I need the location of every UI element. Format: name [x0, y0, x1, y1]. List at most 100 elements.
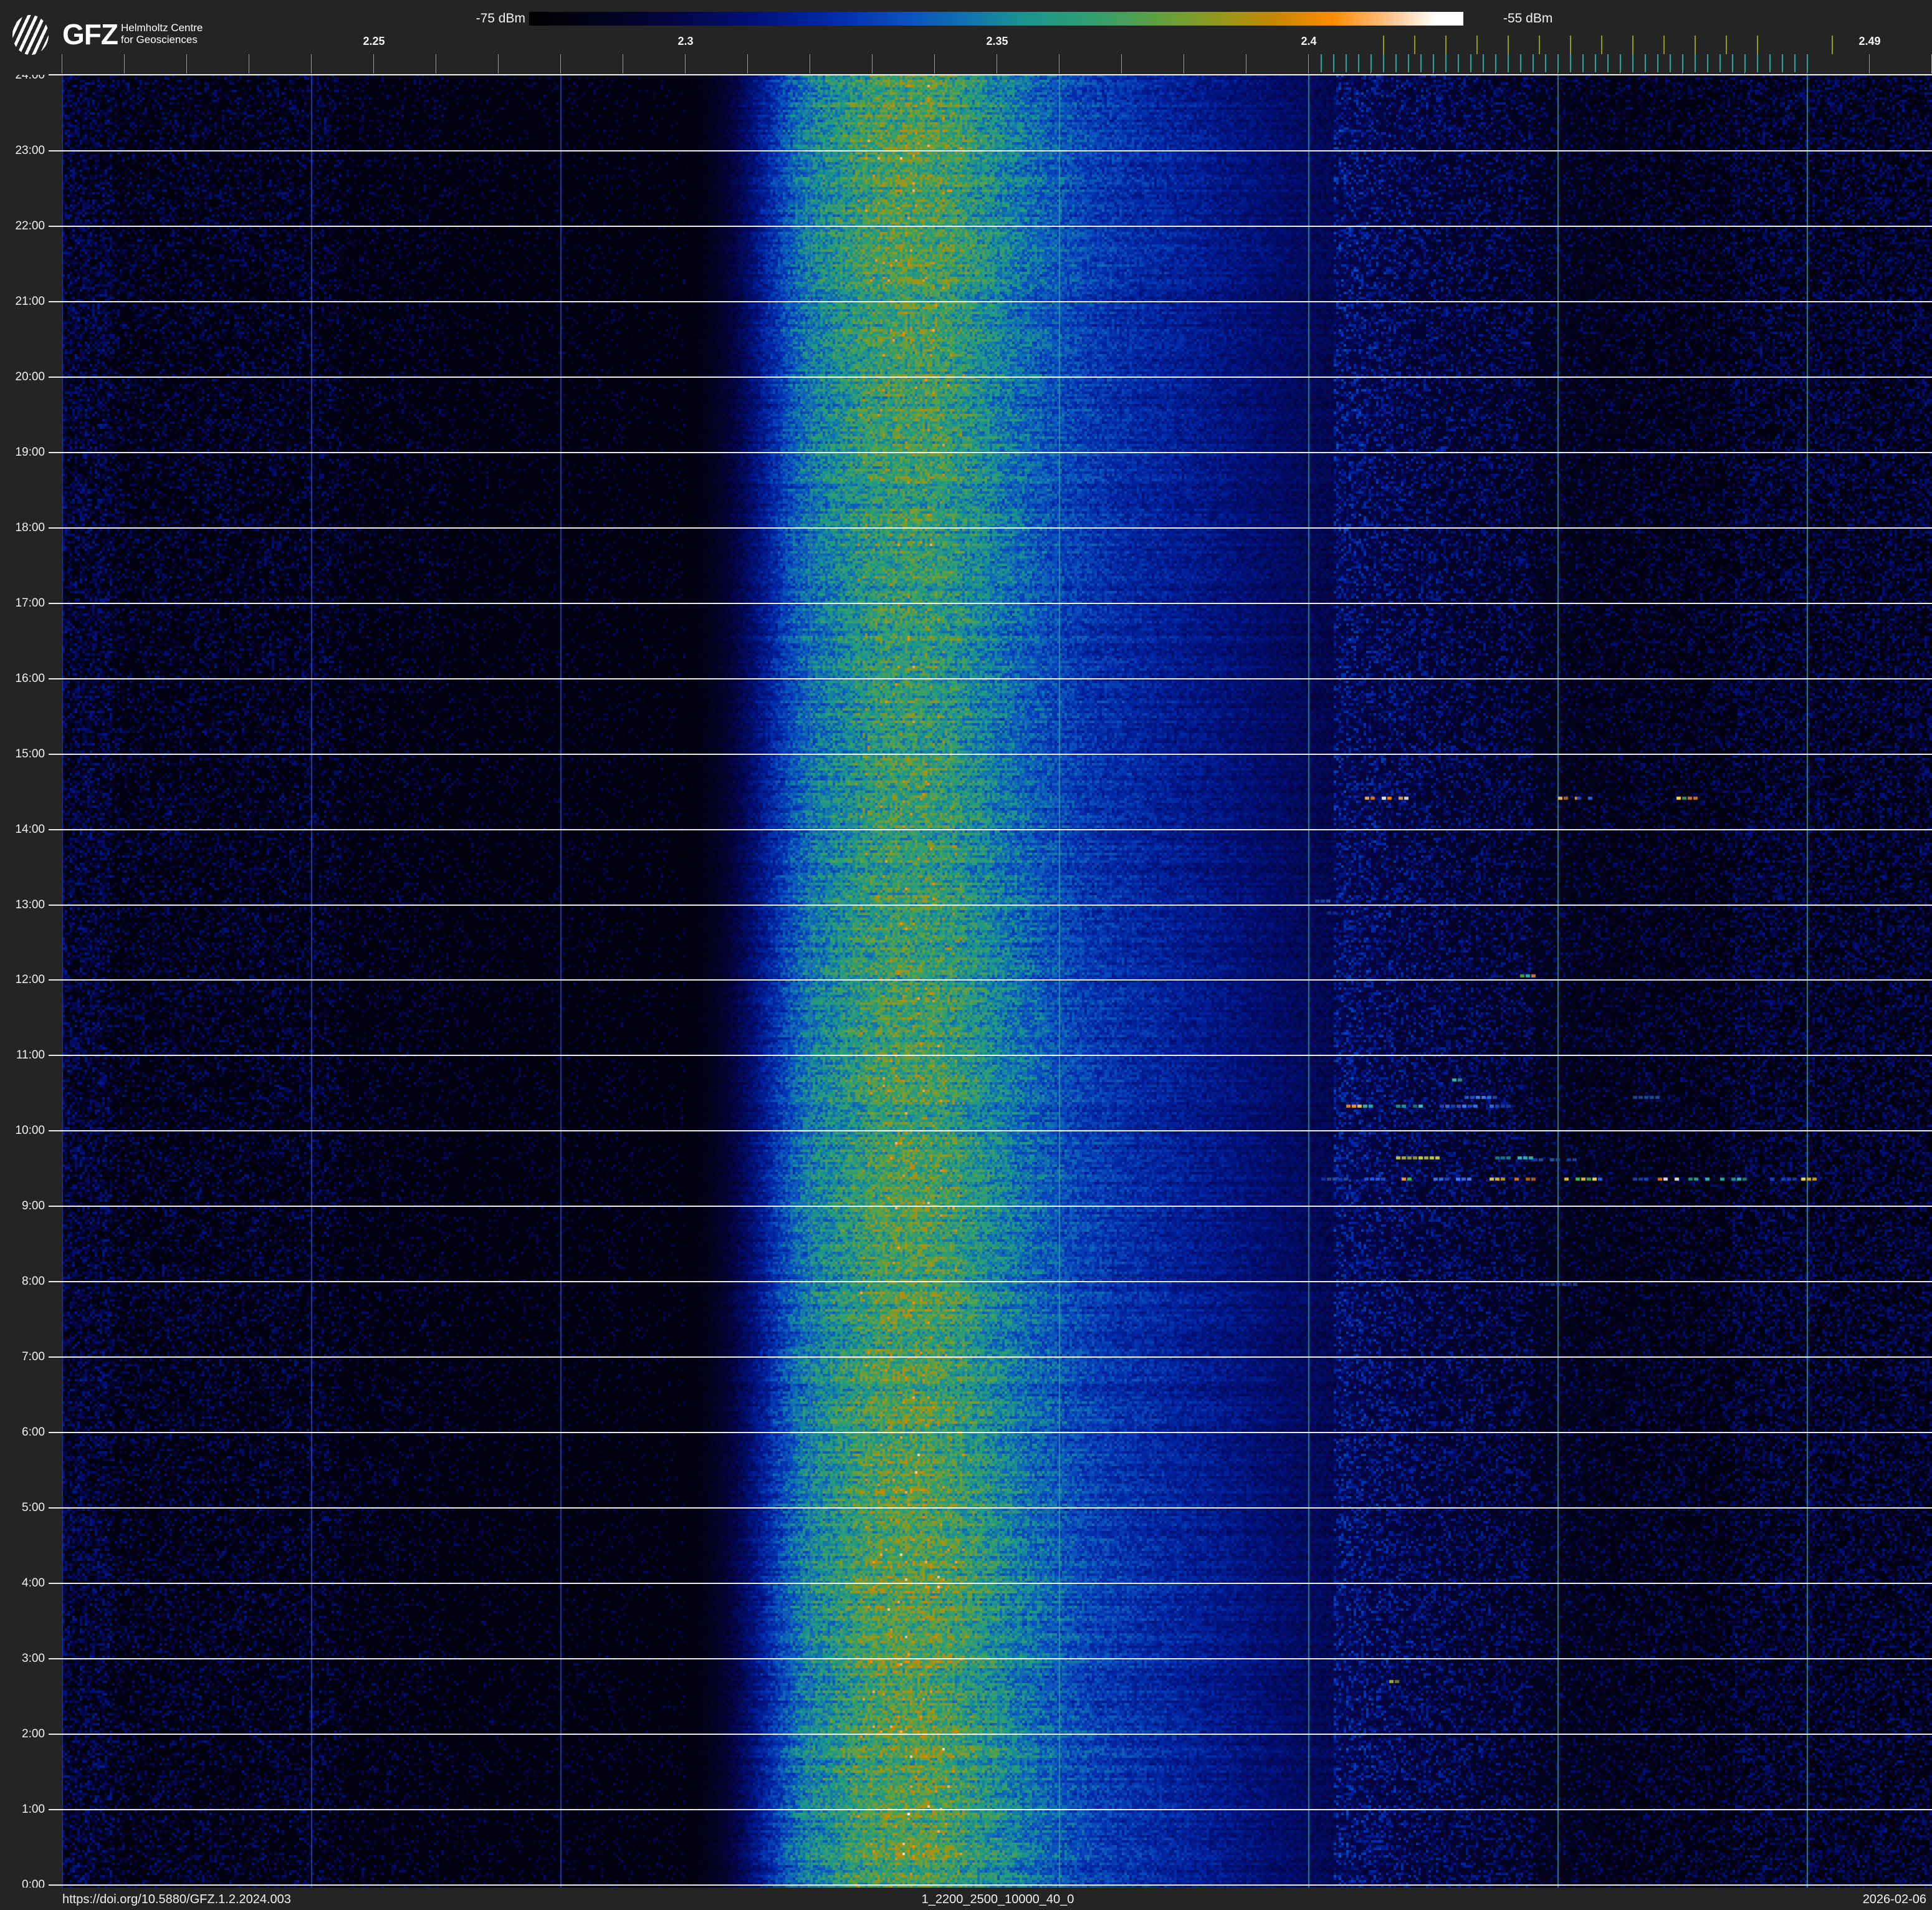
ble-channel-tick	[1395, 54, 1397, 72]
ble-channel-tick	[1807, 54, 1808, 72]
time-tick-label: 10:00	[15, 1124, 45, 1137]
gfz-globe-icon	[12, 15, 49, 55]
gfz-subtitle-line2: for Geosciences	[121, 34, 198, 46]
ble-channel-tick	[1607, 54, 1609, 72]
wifi-channel-tick	[1383, 36, 1384, 54]
wifi-channel-tick	[1476, 36, 1478, 54]
dataset-name: 1_2200_2500_10000_40_0	[921, 1893, 1074, 1906]
colorbar-gradient	[529, 12, 1463, 26]
wifi-channel-tick	[1632, 36, 1633, 54]
wifi-channel-tick	[1832, 36, 1833, 54]
time-tick-label: 8:00	[22, 1275, 45, 1288]
wifi-channel-tick	[1445, 36, 1447, 54]
ble-channel-tick	[1657, 54, 1658, 72]
ble-channel-tick	[1520, 54, 1521, 72]
time-tick-label: 12:00	[15, 973, 45, 986]
gfz-brand-text: GFZ	[62, 18, 118, 50]
ble-channel-tick	[1595, 54, 1596, 72]
ble-channel-tick	[1470, 54, 1471, 72]
freq-minor-tick	[1869, 54, 1870, 74]
hour-gridline	[49, 979, 1932, 981]
time-tick-label: 19:00	[15, 446, 45, 459]
hour-gridline	[49, 1130, 1932, 1131]
freq-minor-tick	[560, 54, 561, 74]
ble-channel-tick	[1458, 54, 1459, 72]
time-tick-label: 14:00	[15, 823, 45, 836]
hour-gridline	[49, 150, 1932, 151]
hour-gridline	[49, 301, 1932, 302]
hour-gridline	[49, 603, 1932, 604]
wifi-channel-tick	[1695, 36, 1696, 54]
time-tick-label: 20:00	[15, 370, 45, 383]
wifi-channel-tick	[1757, 36, 1758, 54]
ble-channel-tick	[1420, 54, 1422, 72]
time-tick-label: 4:00	[22, 1576, 45, 1590]
freq-tick-label: 2.35	[986, 35, 1008, 47]
freq-minor-tick	[1308, 54, 1309, 74]
spectrogram-plot: 24:00 23:00 22:00 21:00 20:00 19:00 18:00 17:00…	[0, 0, 1932, 1891]
frequency-axis-baseline	[49, 74, 1932, 75]
hour-gridline	[49, 1734, 1932, 1735]
time-tick-label: 5:00	[22, 1501, 45, 1514]
freq-minor-tick	[498, 54, 499, 74]
ble-channel-tick	[1769, 54, 1771, 72]
date-label: 2026-02-06	[1862, 1893, 1926, 1906]
wifi-channel-tick	[1726, 36, 1727, 54]
time-tick-label: 16:00	[15, 672, 45, 685]
ble-channel-tick	[1620, 54, 1621, 72]
ble-channel-tick	[1445, 54, 1447, 72]
ble-channel-tick	[1732, 54, 1733, 72]
wifi-channel-tick	[1508, 36, 1509, 54]
doi-link: https://doi.org/10.5880/GFZ.1.2.2024.003	[62, 1893, 291, 1906]
hour-gridline	[49, 1356, 1932, 1358]
hour-gridline	[49, 754, 1932, 755]
ble-channel-tick	[1321, 54, 1322, 72]
wifi-channel-tick	[1663, 36, 1665, 54]
ble-channel-tick	[1383, 54, 1384, 72]
hour-gridline	[49, 527, 1932, 529]
ble-channel-tick	[1670, 54, 1671, 72]
time-tick-label: 17:00	[15, 597, 45, 610]
hour-gridline	[49, 678, 1932, 679]
time-tick-label: 21:00	[15, 295, 45, 308]
spectrogram-canvas	[62, 75, 1932, 1888]
time-tick-label: 3:00	[22, 1652, 45, 1665]
freq-minor-tick	[934, 54, 935, 74]
ble-channel-tick	[1744, 54, 1746, 72]
ble-channel-tick	[1695, 54, 1696, 72]
time-tick-label: 18:00	[15, 521, 45, 534]
hour-gridline	[49, 1507, 1932, 1509]
header: GFZ Helmholtz Centre for Geosciences -75…	[0, 0, 1932, 75]
freq-tick-label: 2.3	[677, 35, 694, 47]
ble-channel-tick	[1333, 54, 1334, 72]
hour-gridline	[49, 1206, 1932, 1207]
ble-channel-tick	[1408, 54, 1409, 72]
ble-channel-tick	[1370, 54, 1372, 72]
ble-channel-tick	[1794, 54, 1796, 72]
ble-channel-tick	[1570, 54, 1571, 72]
hour-gridline	[49, 829, 1932, 830]
freq-tick-label: 2.4	[1301, 35, 1317, 47]
hour-gridline	[49, 1281, 1932, 1282]
ble-channel-tick	[1645, 54, 1646, 72]
time-tick-label: 22:00	[15, 219, 45, 233]
time-tick-label: 15:00	[15, 747, 45, 761]
ble-channel-tick	[1508, 54, 1509, 72]
ble-channel-tick	[1632, 54, 1633, 72]
ble-channel-tick	[1707, 54, 1708, 72]
freq-minor-tick	[685, 54, 686, 74]
wifi-channel-tick	[1414, 36, 1415, 54]
wifi-channel-tick	[1539, 36, 1540, 54]
hour-gridline	[49, 452, 1932, 453]
freq-minor-tick	[1121, 54, 1122, 74]
time-tick-label: 13:00	[15, 898, 45, 911]
time-tick-label: 23:00	[15, 144, 45, 157]
colorbar-min-label: -75 dBm	[476, 11, 525, 26]
hour-gridline	[49, 1809, 1932, 1810]
time-tick-label: 7:00	[22, 1350, 45, 1363]
freq-minor-tick	[186, 54, 187, 74]
wifi-channel-tick	[1570, 36, 1571, 54]
time-tick-label: 1:00	[22, 1803, 45, 1816]
time-tick-label: 6:00	[22, 1426, 45, 1439]
hour-gridline	[49, 377, 1932, 378]
